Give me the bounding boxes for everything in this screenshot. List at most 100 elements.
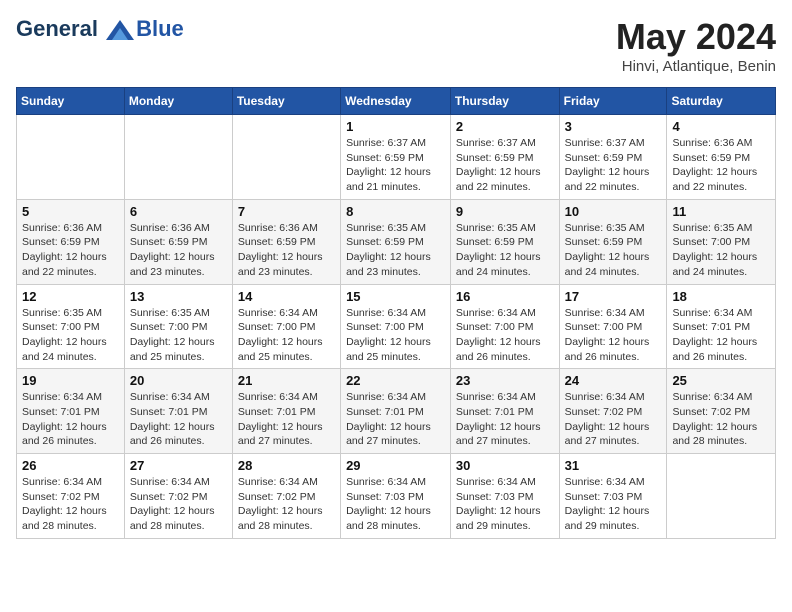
- weekday-header: Sunday: [17, 88, 125, 115]
- calendar-cell: 11Sunrise: 6:35 AMSunset: 7:00 PMDayligh…: [667, 199, 776, 284]
- day-number: 28: [238, 458, 335, 473]
- weekday-header: Friday: [559, 88, 667, 115]
- day-number: 7: [238, 204, 335, 219]
- day-info: Sunrise: 6:34 AMSunset: 7:01 PMDaylight:…: [456, 390, 554, 449]
- calendar-cell: 7 Sunrise: 6:36 AMSunset: 6:59 PMDaylight…: [232, 199, 340, 284]
- day-number: 25: [672, 373, 770, 388]
- day-number: 23: [456, 373, 554, 388]
- day-number: 26: [22, 458, 119, 473]
- day-number: 3: [565, 119, 662, 134]
- day-info: Sunrise: 6:34 AMSunset: 7:00 PMDaylight:…: [346, 306, 445, 365]
- title-block: May 2024 Hinvi, Atlantique, Benin: [616, 16, 776, 75]
- calendar-cell: 17 Sunrise: 6:34 AMSunset: 7:00 PMDayligh…: [559, 284, 667, 369]
- day-info: Sunrise: 6:34 AMSunset: 7:02 PMDaylight:…: [565, 390, 662, 449]
- day-info: Sunrise: 6:34 AMSunset: 7:01 PMDaylight:…: [238, 390, 335, 449]
- day-info: Sunrise: 6:34 AMSunset: 7:00 PMDaylight:…: [238, 306, 335, 365]
- day-number: 24: [565, 373, 662, 388]
- day-info: Sunrise: 6:35 AMSunset: 7:00 PMDaylight:…: [22, 306, 119, 365]
- day-info: Sunrise: 6:34 AMSunset: 7:01 PMDaylight:…: [346, 390, 445, 449]
- calendar-cell: 2Sunrise: 6:37 AMSunset: 6:59 PMDaylight…: [450, 115, 559, 200]
- month-title: May 2024: [616, 16, 776, 58]
- day-number: 15: [346, 289, 445, 304]
- day-info: Sunrise: 6:34 AMSunset: 7:01 PMDaylight:…: [22, 390, 119, 449]
- calendar-cell: 13Sunrise: 6:35 AMSunset: 7:00 PMDayligh…: [124, 284, 232, 369]
- day-info: Sunrise: 6:34 AMSunset: 7:02 PMDaylight:…: [672, 390, 770, 449]
- calendar-cell: [232, 115, 340, 200]
- calendar-cell: 8 Sunrise: 6:35 AMSunset: 6:59 PMDaylight…: [341, 199, 451, 284]
- day-info: Sunrise: 6:34 AMSunset: 7:03 PMDaylight:…: [456, 475, 554, 534]
- logo-icon: [106, 20, 134, 40]
- day-info: Sunrise: 6:34 AMSunset: 7:01 PMDaylight:…: [672, 306, 770, 365]
- calendar-week-row: 5 Sunrise: 6:36 AMSunset: 6:59 PMDaylight…: [17, 199, 776, 284]
- calendar-cell: 27 Sunrise: 6:34 AMSunset: 7:02 PMDayligh…: [124, 454, 232, 539]
- day-info: Sunrise: 6:34 AMSunset: 7:03 PMDaylight:…: [565, 475, 662, 534]
- day-info: Sunrise: 6:34 AMSunset: 7:01 PMDaylight:…: [130, 390, 227, 449]
- logo-text: General: [16, 16, 98, 41]
- calendar-week-row: 1 Sunrise: 6:37 AMSunset: 6:59 PMDaylight…: [17, 115, 776, 200]
- day-info: Sunrise: 6:34 AMSunset: 7:03 PMDaylight:…: [346, 475, 445, 534]
- calendar-cell: 6 Sunrise: 6:36 AMSunset: 6:59 PMDaylight…: [124, 199, 232, 284]
- calendar-cell: 20 Sunrise: 6:34 AMSunset: 7:01 PMDayligh…: [124, 369, 232, 454]
- calendar-cell: 14 Sunrise: 6:34 AMSunset: 7:00 PMDayligh…: [232, 284, 340, 369]
- calendar-table: SundayMondayTuesdayWednesdayThursdayFrid…: [16, 87, 776, 539]
- calendar-cell: 31Sunrise: 6:34 AMSunset: 7:03 PMDayligh…: [559, 454, 667, 539]
- weekday-header: Monday: [124, 88, 232, 115]
- day-info: Sunrise: 6:35 AMSunset: 7:00 PMDaylight:…: [130, 306, 227, 365]
- calendar-cell: 4Sunrise: 6:36 AMSunset: 6:59 PMDaylight…: [667, 115, 776, 200]
- day-number: 9: [456, 204, 554, 219]
- calendar-cell: 3 Sunrise: 6:37 AMSunset: 6:59 PMDaylight…: [559, 115, 667, 200]
- day-info: Sunrise: 6:35 AMSunset: 6:59 PMDaylight:…: [565, 221, 662, 280]
- calendar-week-row: 26 Sunrise: 6:34 AMSunset: 7:02 PMDayligh…: [17, 454, 776, 539]
- weekday-header: Saturday: [667, 88, 776, 115]
- calendar-cell: 12 Sunrise: 6:35 AMSunset: 7:00 PMDayligh…: [17, 284, 125, 369]
- weekday-header: Tuesday: [232, 88, 340, 115]
- calendar-cell: 23 Sunrise: 6:34 AMSunset: 7:01 PMDayligh…: [450, 369, 559, 454]
- calendar-cell: 18 Sunrise: 6:34 AMSunset: 7:01 PMDayligh…: [667, 284, 776, 369]
- logo: General Blue: [16, 16, 184, 42]
- calendar-cell: [17, 115, 125, 200]
- day-info: Sunrise: 6:35 AMSunset: 6:59 PMDaylight:…: [346, 221, 445, 280]
- day-info: Sunrise: 6:34 AMSunset: 7:02 PMDaylight:…: [238, 475, 335, 534]
- day-info: Sunrise: 6:36 AMSunset: 6:59 PMDaylight:…: [672, 136, 770, 195]
- day-info: Sunrise: 6:35 AMSunset: 6:59 PMDaylight:…: [456, 221, 554, 280]
- day-info: Sunrise: 6:34 AMSunset: 7:02 PMDaylight:…: [130, 475, 227, 534]
- day-info: Sunrise: 6:36 AMSunset: 6:59 PMDaylight:…: [238, 221, 335, 280]
- day-number: 20: [130, 373, 227, 388]
- day-number: 5: [22, 204, 119, 219]
- location: Hinvi, Atlantique, Benin: [616, 58, 776, 75]
- weekday-header: Wednesday: [341, 88, 451, 115]
- calendar-cell: 30 Sunrise: 6:34 AMSunset: 7:03 PMDayligh…: [450, 454, 559, 539]
- day-number: 27: [130, 458, 227, 473]
- day-number: 18: [672, 289, 770, 304]
- day-number: 1: [346, 119, 445, 134]
- page-header: General Blue May 2024 Hinvi, Atlantique,…: [16, 16, 776, 75]
- day-info: Sunrise: 6:37 AMSunset: 6:59 PMDaylight:…: [346, 136, 445, 195]
- calendar-cell: 9 Sunrise: 6:35 AMSunset: 6:59 PMDaylight…: [450, 199, 559, 284]
- calendar-cell: 19Sunrise: 6:34 AMSunset: 7:01 PMDayligh…: [17, 369, 125, 454]
- calendar-cell: 24 Sunrise: 6:34 AMSunset: 7:02 PMDayligh…: [559, 369, 667, 454]
- day-info: Sunrise: 6:35 AMSunset: 7:00 PMDaylight:…: [672, 221, 770, 280]
- day-info: Sunrise: 6:34 AMSunset: 7:00 PMDaylight:…: [565, 306, 662, 365]
- calendar-cell: 10Sunrise: 6:35 AMSunset: 6:59 PMDayligh…: [559, 199, 667, 284]
- day-number: 2: [456, 119, 554, 134]
- calendar-cell: 1 Sunrise: 6:37 AMSunset: 6:59 PMDaylight…: [341, 115, 451, 200]
- calendar-cell: 25 Sunrise: 6:34 AMSunset: 7:02 PMDayligh…: [667, 369, 776, 454]
- calendar-cell: 22Sunrise: 6:34 AMSunset: 7:01 PMDayligh…: [341, 369, 451, 454]
- day-info: Sunrise: 6:36 AMSunset: 6:59 PMDaylight:…: [130, 221, 227, 280]
- day-info: Sunrise: 6:37 AMSunset: 6:59 PMDaylight:…: [565, 136, 662, 195]
- calendar-cell: 16 Sunrise: 6:34 AMSunset: 7:00 PMDayligh…: [450, 284, 559, 369]
- day-number: 14: [238, 289, 335, 304]
- day-number: 12: [22, 289, 119, 304]
- day-number: 17: [565, 289, 662, 304]
- calendar-header-row: SundayMondayTuesdayWednesdayThursdayFrid…: [17, 88, 776, 115]
- calendar-cell: 21 Sunrise: 6:34 AMSunset: 7:01 PMDayligh…: [232, 369, 340, 454]
- day-number: 16: [456, 289, 554, 304]
- day-number: 8: [346, 204, 445, 219]
- day-info: Sunrise: 6:34 AMSunset: 7:00 PMDaylight:…: [456, 306, 554, 365]
- day-number: 30: [456, 458, 554, 473]
- calendar-cell: 15 Sunrise: 6:34 AMSunset: 7:00 PMDayligh…: [341, 284, 451, 369]
- day-number: 21: [238, 373, 335, 388]
- weekday-header: Thursday: [450, 88, 559, 115]
- day-info: Sunrise: 6:36 AMSunset: 6:59 PMDaylight:…: [22, 221, 119, 280]
- day-number: 6: [130, 204, 227, 219]
